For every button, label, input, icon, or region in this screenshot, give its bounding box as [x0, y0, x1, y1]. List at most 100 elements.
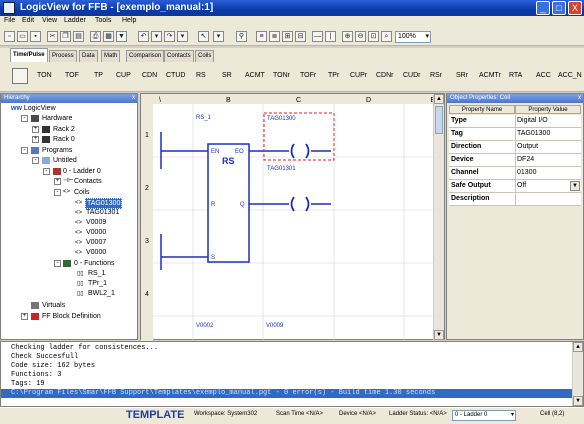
tree-hardware[interactable]: Hardware — [42, 114, 72, 123]
tree-coil-item[interactable]: V0000 — [86, 228, 106, 237]
element-ctud[interactable]: CTUD — [166, 72, 185, 79]
element-rs[interactable]: RS — [196, 72, 206, 79]
undo-dropdown-icon[interactable]: ▾ — [151, 31, 162, 42]
menu-view[interactable]: View — [42, 17, 57, 24]
tab-contacts[interactable]: Contacts — [164, 50, 194, 62]
element-cdnr[interactable]: CDNr — [376, 72, 394, 79]
redo-dropdown-icon[interactable]: ▾ — [177, 31, 188, 42]
tree-coils[interactable]: Coils — [74, 188, 90, 197]
undo-icon[interactable]: ↶ — [138, 31, 149, 42]
print-icon[interactable]: ⎙ — [90, 31, 101, 42]
insert-line-icon[interactable]: ≡ — [256, 31, 267, 42]
property-row[interactable]: Device DF24 — [449, 154, 581, 167]
property-row[interactable]: Description — [449, 193, 581, 206]
property-row[interactable]: Channel 01300 — [449, 167, 581, 180]
select-icon[interactable]: ↖ — [198, 31, 209, 42]
property-row[interactable]: Direction Output — [449, 141, 581, 154]
save-icon[interactable]: ▪ — [30, 31, 41, 42]
scroll-up-icon[interactable]: ▲ — [434, 94, 444, 104]
tree-virtuals[interactable]: Virtuals — [42, 301, 65, 310]
tree-rack-0[interactable]: Rack 0 — [53, 135, 75, 144]
tree-coil-item[interactable]: V0000 — [86, 248, 106, 257]
expand-icon[interactable]: + — [32, 136, 39, 143]
expand-icon[interactable]: + — [54, 178, 61, 185]
tree-coil-item[interactable]: TAG01301 — [86, 208, 119, 217]
close-button[interactable]: X — [568, 1, 582, 15]
expand-icon[interactable]: + — [32, 126, 39, 133]
collapse-icon[interactable]: - — [21, 115, 28, 122]
element-cupr[interactable]: CUPr — [350, 72, 367, 79]
zoom-out-icon[interactable]: ⊖ — [355, 31, 366, 42]
ladder-vertical-scrollbar[interactable]: ▲ ▼ — [433, 94, 444, 340]
expand-icon[interactable]: + — [21, 313, 28, 320]
select-dropdown-icon[interactable]: ▾ — [213, 31, 224, 42]
element-tpr[interactable]: TPr — [328, 72, 339, 79]
scroll-up-icon[interactable]: ▲ — [573, 342, 583, 352]
delete-column-icon[interactable]: ⊟ — [295, 31, 306, 42]
zoom-fit-icon[interactable]: ⊡ — [368, 31, 379, 42]
find-icon[interactable]: ⚲ — [236, 31, 247, 42]
vertical-link-icon[interactable]: | — [325, 31, 336, 42]
collapse-icon[interactable]: - — [43, 168, 50, 175]
property-name-column-header[interactable]: Property Name — [449, 105, 515, 114]
pointer-icon[interactable] — [12, 68, 28, 84]
element-tonr[interactable]: TONr — [273, 72, 290, 79]
element-tp[interactable]: TP — [94, 72, 103, 79]
chevron-down-icon[interactable]: ▼ — [570, 181, 580, 191]
element-cup[interactable]: CUP — [116, 72, 131, 79]
copy-icon[interactable]: ❐ — [60, 31, 71, 42]
tab-time-pulse[interactable]: Time/Pulse — [10, 48, 48, 62]
build-icon[interactable]: ▦ — [103, 31, 114, 42]
tab-math[interactable]: Math — [101, 50, 121, 62]
tree-function-item[interactable]: RS_1 — [88, 269, 106, 278]
element-ton[interactable]: TON — [37, 72, 52, 79]
minimize-button[interactable]: _ — [536, 1, 550, 15]
new-file-icon[interactable]: ▫ — [4, 31, 15, 42]
property-row[interactable]: Safe Output Off ▼ — [449, 180, 581, 193]
output-vertical-scrollbar[interactable]: ▲ ▼ — [572, 342, 583, 406]
safe-output-select[interactable]: Off — [517, 182, 526, 189]
collapse-icon[interactable]: - — [32, 157, 39, 164]
menu-ladder[interactable]: Ladder — [64, 17, 86, 24]
horizontal-link-icon[interactable]: — — [312, 31, 323, 42]
tree-contacts[interactable]: Contacts — [74, 177, 102, 186]
scroll-thumb[interactable] — [435, 106, 443, 134]
element-acmt[interactable]: ACMT — [245, 72, 265, 79]
collapse-icon[interactable]: - — [54, 189, 61, 196]
property-row[interactable]: Tag TAG01300 — [449, 128, 581, 141]
tab-comparison[interactable]: Comparison — [126, 50, 165, 62]
close-icon[interactable]: x — [132, 94, 135, 103]
tree-functions[interactable]: 0 - Functions — [74, 259, 114, 268]
collapse-icon[interactable]: - — [54, 260, 61, 267]
tree-function-item[interactable]: TPr_1 — [88, 279, 107, 288]
zoom-in-icon[interactable]: ⊕ — [342, 31, 353, 42]
ladder-select[interactable]: 0 - Ladder 0 ▾ — [452, 410, 516, 421]
tree-untitled[interactable]: Untitled — [53, 156, 77, 165]
scroll-down-icon[interactable]: ▼ — [573, 396, 583, 406]
tree-root[interactable]: ww LogicView — [11, 104, 56, 113]
cut-icon[interactable]: ✂ — [47, 31, 58, 42]
tree-rack-2[interactable]: Rack 2 — [53, 125, 75, 134]
tree-ladder-0[interactable]: 0 - Ladder 0 — [63, 167, 101, 176]
maximize-button[interactable]: □ — [552, 1, 566, 15]
collapse-icon[interactable]: - — [21, 147, 28, 154]
open-folder-icon[interactable]: ▭ — [17, 31, 28, 42]
delete-line-icon[interactable]: ≣ — [269, 31, 280, 42]
element-sr[interactable]: SR — [222, 72, 232, 79]
tab-data[interactable]: Data — [79, 50, 98, 62]
tab-process[interactable]: Process — [49, 50, 77, 62]
redo-icon[interactable]: ↷ — [164, 31, 175, 42]
element-cudr[interactable]: CUDr — [403, 72, 421, 79]
menu-tools[interactable]: Tools — [95, 17, 111, 24]
tree-function-item[interactable]: BWL2_1 — [88, 289, 115, 298]
property-row[interactable]: Type Digital I/O — [449, 115, 581, 128]
element-acc[interactable]: ACC — [536, 72, 551, 79]
tree-programs[interactable]: Programs — [42, 146, 72, 155]
menu-help[interactable]: Help — [122, 17, 136, 24]
paste-icon[interactable]: ▤ — [73, 31, 84, 42]
tree-coil-item[interactable]: V0007 — [86, 238, 106, 247]
tree-coil-item[interactable]: V0009 — [86, 218, 106, 227]
element-cdn[interactable]: CDN — [142, 72, 157, 79]
element-acc-n[interactable]: ACC_N — [558, 72, 582, 79]
menu-file[interactable]: File — [4, 17, 15, 24]
